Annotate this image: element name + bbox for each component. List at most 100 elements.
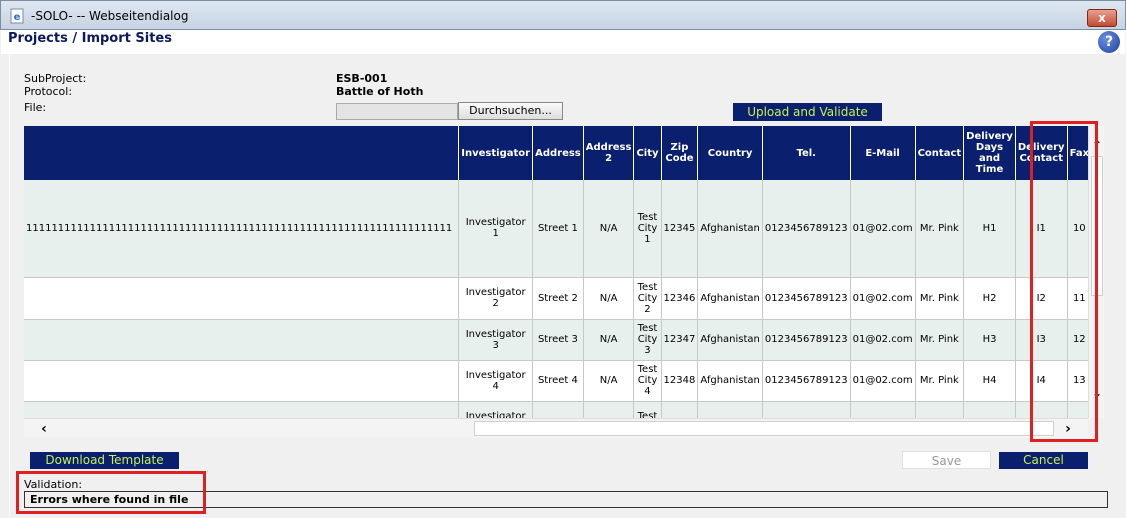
cell-site <box>24 277 460 320</box>
grid-header-8: E-Mail <box>850 126 916 180</box>
cell-fax: 11 <box>1067 277 1088 320</box>
browse-button[interactable]: Durchsuchen... <box>458 102 563 120</box>
download-template-button[interactable]: Download Template <box>30 452 179 469</box>
cell-email: 01@02.com <box>850 360 916 402</box>
cell-address: Street 3 <box>532 319 584 361</box>
cell-investigator: Investigator 4 <box>458 360 534 402</box>
grid-header-11: Delivery Contact <box>1015 126 1068 180</box>
cell-address: Street 4 <box>532 360 584 402</box>
grid-header-2: Address <box>532 126 584 180</box>
save-button[interactable]: Save <box>902 451 991 469</box>
scroll-left-icon[interactable]: ‹ <box>34 419 54 439</box>
subproject-label: SubProject: <box>24 72 87 85</box>
horizontal-scroll-thumb[interactable] <box>474 421 1054 436</box>
cell-tel <box>762 401 851 418</box>
file-label: File: <box>24 101 47 114</box>
table-row[interactable]: Investigator 4 Street 4 N/A Test City 4 1234… <box>24 360 1088 402</box>
cell-delivery: H3 <box>963 319 1016 361</box>
cell-city: Test City 1 <box>633 180 662 278</box>
cell-country: Afghanistan <box>697 360 763 402</box>
grid-header-10: Delivery Days and Time <box>963 126 1016 180</box>
cell-city: Test City 4 <box>633 360 662 402</box>
window-titlebar: e -SOLO- -- Webseitendialog x <box>0 0 1126 30</box>
window-title: -SOLO- -- Webseitendialog <box>31 9 189 23</box>
cell-zip: 12347 <box>661 319 699 361</box>
cell-delivery_contact: I1 <box>1015 180 1068 278</box>
table-row[interactable]: 1111111111111111111111111111111111111111… <box>24 180 1088 278</box>
validation-output: Errors where found in file <box>24 491 1108 508</box>
grid-header-4: City <box>633 126 662 180</box>
grid-header-9: Contact <box>915 126 965 180</box>
cell-contact: Mr. Pink <box>915 277 965 320</box>
cell-tel: 0123456789123 <box>762 180 851 278</box>
cell-investigator: Investigator 3 <box>458 319 534 361</box>
table-row[interactable]: Investigator 2 Street 2 N/A Test City 2 1234… <box>24 277 1088 320</box>
cell-address2: N/A <box>583 319 635 361</box>
cell-site: 1111111111111111111111111111111111111111… <box>24 180 460 278</box>
scroll-right-icon[interactable]: › <box>1058 419 1078 439</box>
cell-contact: Mr. Pink <box>915 319 965 361</box>
cell-tel: 0123456789123 <box>762 360 851 402</box>
import-form: SubProject: ESB-001 Protocol: Battle of … <box>9 54 1117 517</box>
cell-contact: Mr. Pink <box>915 360 965 402</box>
cell-fax: 12 <box>1067 319 1088 361</box>
cell-zip <box>661 401 699 418</box>
file-path-input[interactable] <box>336 103 458 120</box>
cell-delivery: H4 <box>963 360 1016 402</box>
page-title: Projects / Import Sites <box>8 31 172 46</box>
vertical-scroll-thumb[interactable] <box>1091 156 1103 296</box>
ie-page-icon: e <box>10 8 24 24</box>
cell-email: 01@02.com <box>850 180 916 278</box>
dialog-client: Projects / Import Sites ? SubProject: ES… <box>1 30 1125 517</box>
cell-country: Afghanistan <box>697 277 763 320</box>
grid-header-12: Fax <box>1067 126 1088 180</box>
cell-email: 01@02.com <box>850 277 916 320</box>
upload-validate-button[interactable]: Upload and Validate <box>733 103 882 121</box>
cell-investigator: Investigator 1 <box>458 180 534 278</box>
cell-delivery_contact: I3 <box>1015 319 1068 361</box>
grid-header-1: Investigator <box>458 126 534 180</box>
scroll-up-icon[interactable]: ⌃ <box>1089 138 1105 152</box>
table-row[interactable]: Investigator Test <box>24 401 1088 418</box>
cell-email: 01@02.com <box>850 319 916 361</box>
cell-delivery_contact: I2 <box>1015 277 1068 320</box>
cell-address: Street 1 <box>532 180 584 278</box>
cell-delivery <box>963 401 1016 418</box>
sites-grid: Investigator Address Address 2 City Zip Code… <box>24 126 1088 418</box>
horizontal-scrollbar[interactable]: ‹ › <box>24 418 1088 438</box>
page-header: Projects / Import Sites ? <box>1 30 1125 54</box>
cell-contact: Mr. Pink <box>915 180 965 278</box>
grid-header-3: Address 2 <box>583 126 635 180</box>
cell-country <box>697 401 763 418</box>
cell-fax: 10 <box>1067 180 1088 278</box>
vertical-scrollbar[interactable]: ⌃ ⌄ <box>1088 126 1104 418</box>
cell-delivery_contact: I4 <box>1015 360 1068 402</box>
grid-header-6: Country <box>697 126 763 180</box>
help-icon[interactable]: ? <box>1098 31 1120 53</box>
cell-zip: 12345 <box>661 180 699 278</box>
grid-header-0 <box>24 126 460 180</box>
cell-address2 <box>583 401 635 418</box>
cell-address2: N/A <box>583 180 635 278</box>
grid-header-7: Tel. <box>762 126 851 180</box>
cell-site <box>24 319 460 361</box>
scroll-down-icon[interactable]: ⌄ <box>1089 386 1105 400</box>
close-button[interactable]: x <box>1087 9 1117 27</box>
cell-fax <box>1067 401 1088 418</box>
cancel-button[interactable]: Cancel <box>999 452 1088 469</box>
cell-tel: 0123456789123 <box>762 319 851 361</box>
cell-city: Test City 2 <box>633 277 662 320</box>
cell-address2: N/A <box>583 277 635 320</box>
cell-fax: 13 <box>1067 360 1088 402</box>
cell-site <box>24 360 460 402</box>
grid-header-5: Zip Code <box>661 126 699 180</box>
validation-label: Validation: <box>24 478 83 491</box>
cell-country: Afghanistan <box>697 319 763 361</box>
cell-investigator: Investigator <box>458 401 534 418</box>
cell-city: Test <box>633 401 662 418</box>
sites-table: Investigator Address Address 2 City Zip Code… <box>24 126 1088 418</box>
validation-message: Errors where found in file <box>30 493 189 506</box>
table-row[interactable]: Investigator 3 Street 3 N/A Test City 3 1234… <box>24 319 1088 361</box>
cell-tel: 0123456789123 <box>762 277 851 320</box>
protocol-label: Protocol: <box>24 85 73 98</box>
